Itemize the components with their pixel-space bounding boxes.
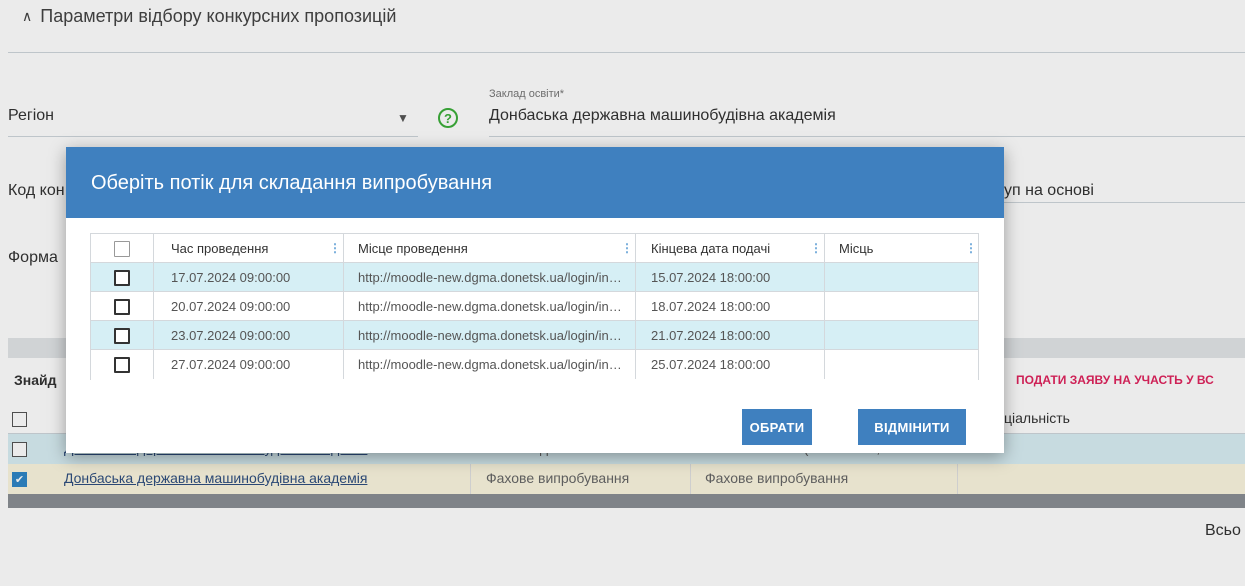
row-checkbox[interactable] — [114, 270, 130, 286]
stream-select-dialog: Оберіть потік для складання випробування… — [66, 147, 1004, 453]
column-divider — [824, 292, 825, 321]
time-cell: 23.07.2024 09:00:00 — [171, 328, 291, 343]
vertical-dots-icon[interactable]: ⋮ — [810, 234, 822, 263]
stream-table-header: Час проведення ⋮ Місце проведення ⋮ Кінц… — [91, 234, 978, 263]
column-divider — [824, 263, 825, 292]
deadline-cell: 18.07.2024 18:00:00 — [651, 299, 771, 314]
select-all-checkbox[interactable] — [114, 241, 130, 257]
column-divider — [343, 263, 344, 292]
col-header-deadline[interactable]: Кінцева дата подачі — [651, 234, 801, 263]
vertical-dots-icon[interactable]: ⋮ — [329, 234, 341, 263]
seats-cell — [839, 263, 969, 292]
cancel-button[interactable]: ВІДМІНИТИ — [858, 409, 966, 445]
column-divider — [635, 234, 636, 263]
place-cell: http://moodle-new.dgma.donetsk.ua/login/… — [358, 328, 628, 343]
seats-cell — [839, 350, 969, 379]
row-checkbox[interactable] — [114, 328, 130, 344]
seats-cell — [839, 321, 969, 350]
place-cell: http://moodle-new.dgma.donetsk.ua/login/… — [358, 299, 628, 314]
col-header-place[interactable]: Місце проведення — [358, 234, 608, 263]
dialog-title: Оберіть потік для складання випробування — [91, 172, 493, 194]
column-divider — [153, 263, 154, 292]
column-divider — [635, 350, 636, 379]
column-divider — [343, 292, 344, 321]
table-row[interactable]: 17.07.2024 09:00:00 http://moodle-new.dg… — [91, 263, 978, 292]
col-header-time[interactable]: Час проведення — [171, 234, 321, 263]
deadline-cell: 21.07.2024 18:00:00 — [651, 328, 771, 343]
column-divider — [824, 321, 825, 350]
vertical-dots-icon[interactable]: ⋮ — [965, 234, 977, 263]
stream-table: Час проведення ⋮ Місце проведення ⋮ Кінц… — [90, 233, 979, 380]
row-checkbox[interactable] — [114, 357, 130, 373]
row-checkbox[interactable] — [114, 299, 130, 315]
dialog-header: Оберіть потік для складання випробування — [66, 147, 1004, 218]
column-divider — [153, 321, 154, 350]
table-row[interactable]: 27.07.2024 09:00:00 http://moodle-new.dg… — [91, 350, 978, 380]
deadline-cell: 15.07.2024 18:00:00 — [651, 270, 771, 285]
column-divider — [153, 292, 154, 321]
column-divider — [635, 321, 636, 350]
seats-cell — [839, 292, 969, 321]
place-cell: http://moodle-new.dgma.donetsk.ua/login/… — [358, 357, 628, 372]
column-divider — [153, 234, 154, 263]
column-divider — [824, 350, 825, 379]
time-cell: 27.07.2024 09:00:00 — [171, 357, 291, 372]
table-row[interactable]: 20.07.2024 09:00:00 http://moodle-new.dg… — [91, 292, 978, 321]
column-divider — [824, 234, 825, 263]
column-divider — [343, 321, 344, 350]
time-cell: 17.07.2024 09:00:00 — [171, 270, 291, 285]
place-cell: http://moodle-new.dgma.donetsk.ua/login/… — [358, 270, 628, 285]
column-divider — [635, 292, 636, 321]
deadline-cell: 25.07.2024 18:00:00 — [651, 357, 771, 372]
select-button[interactable]: ОБРАТИ — [742, 409, 812, 445]
column-divider — [635, 263, 636, 292]
time-cell: 20.07.2024 09:00:00 — [171, 299, 291, 314]
column-divider — [343, 350, 344, 379]
vertical-dots-icon[interactable]: ⋮ — [621, 234, 633, 263]
column-divider — [153, 350, 154, 379]
column-divider — [343, 234, 344, 263]
col-header-seats[interactable]: Місць — [839, 234, 939, 263]
table-row[interactable]: 23.07.2024 09:00:00 http://moodle-new.dg… — [91, 321, 978, 350]
